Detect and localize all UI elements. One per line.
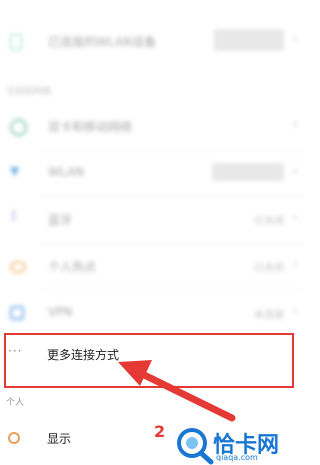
top-device-row[interactable]: 已连接的WLAN设备 › <box>0 20 314 62</box>
section-personal-label: 个人 <box>6 398 25 408</box>
row-value: 已关闭 <box>254 263 284 274</box>
row-hotspot[interactable]: 个人热点 已关闭 › <box>0 245 314 287</box>
chevron-right-icon: › <box>292 210 298 225</box>
row-vpn[interactable]: VPN 未连接 › <box>0 292 314 334</box>
step-number: 2 <box>154 422 166 441</box>
tablet-icon <box>10 34 22 50</box>
sim-icon <box>10 119 27 136</box>
row-value: 未连接 <box>254 310 284 321</box>
divider <box>40 196 304 197</box>
more-connection-label: 更多连接方式 <box>47 348 120 362</box>
top-device-value <box>214 29 284 51</box>
chevron-right-icon: › <box>292 304 298 319</box>
wlan-value <box>212 163 284 181</box>
bluetooth-icon: ᛒ <box>10 209 18 224</box>
section-wireless-label: 无线和网络 <box>6 87 52 97</box>
display-label: 显示 <box>47 432 72 446</box>
chevron-right-icon: › <box>292 117 298 132</box>
row-label: WLAN <box>48 165 85 179</box>
divider <box>40 150 304 151</box>
row-value: 已关闭 <box>254 216 284 227</box>
chevron-right-icon: › <box>292 257 298 272</box>
watermark-logo: 恰卡网 qiaqa.com <box>172 425 314 465</box>
row-label: 个人热点 <box>48 260 97 274</box>
hotspot-icon <box>10 261 26 273</box>
row-label: 双卡和移动网络 <box>48 120 133 134</box>
chevron-right-icon: › <box>292 32 298 47</box>
row-label: VPN <box>48 305 73 319</box>
sun-icon <box>8 432 20 444</box>
top-device-label: 已连接的WLAN设备 <box>48 35 157 49</box>
row-bluetooth[interactable]: ᛒ 蓝牙 已关闭 › <box>0 198 314 240</box>
chevron-right-icon: › <box>292 164 298 179</box>
wifi-icon: ▼ <box>10 164 20 178</box>
vpn-icon <box>10 306 24 320</box>
divider <box>40 243 304 244</box>
row-wlan[interactable]: ▼ WLAN › <box>0 152 314 194</box>
watermark-url: qiaqa.com <box>216 453 258 462</box>
row-sim-network[interactable]: 双卡和移动网络 › <box>0 105 314 147</box>
row-label: 蓝牙 <box>48 213 73 227</box>
divider <box>40 290 304 291</box>
magnifier-logo-icon <box>177 428 214 465</box>
more-dots-icon: ··· <box>8 344 23 358</box>
